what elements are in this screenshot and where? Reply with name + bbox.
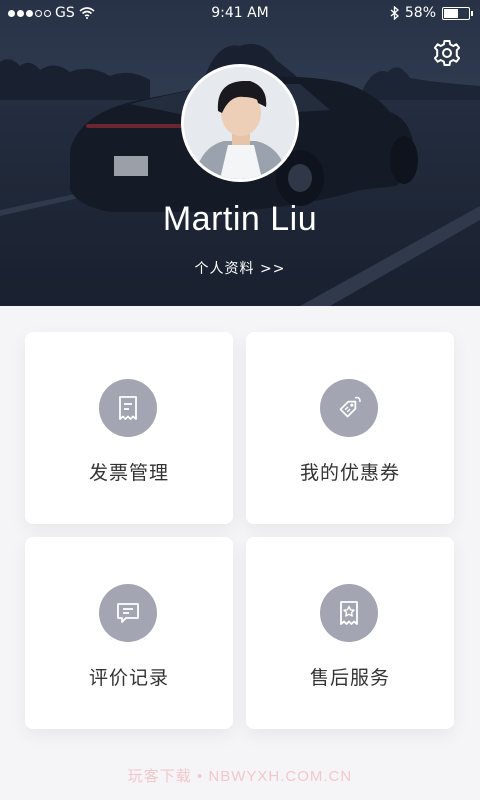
coupon-tag-icon — [339, 396, 361, 418]
profile-header: GS 9:41 AM 58% Martin Liu 个人资料 >> — [0, 0, 480, 306]
my-coupons-label: 我的优惠券 — [299, 462, 400, 484]
profile-link[interactable]: 个人资料 >> — [0, 258, 480, 278]
after-sales-icon-badge — [320, 584, 378, 642]
user-name: Martin Liu — [162, 200, 318, 238]
gear-icon — [433, 40, 461, 66]
avatar-photo — [184, 67, 296, 179]
invoice-management-card[interactable]: 发票管理 — [25, 332, 233, 524]
settings-button[interactable] — [430, 36, 464, 70]
battery-icon — [442, 6, 473, 20]
review-records-label: 评价记录 — [88, 667, 169, 689]
coupon-icon-badge — [320, 379, 378, 437]
bluetooth-icon — [390, 6, 399, 20]
battery-fill — [444, 8, 458, 18]
review-records-card[interactable]: 评价记录 — [25, 537, 233, 729]
status-right: 58% — [390, 5, 473, 21]
comment-icon — [117, 603, 139, 623]
after-sales-service-card[interactable]: 售后服务 — [246, 537, 454, 729]
invoice-icon — [119, 396, 137, 420]
my-coupons-card[interactable]: 我的优惠券 — [246, 332, 454, 524]
avatar[interactable] — [181, 64, 299, 182]
battery-percent: 58% — [404, 5, 436, 21]
watermark-text: 玩客下载 • NBWYXH.COM.CN — [127, 768, 353, 785]
comment-icon-badge — [99, 584, 157, 642]
after-sales-star-icon — [340, 601, 358, 625]
after-sales-service-label: 售后服务 — [309, 667, 390, 689]
invoice-icon-badge — [99, 379, 157, 437]
invoice-management-label: 发票管理 — [88, 462, 169, 484]
status-bar: GS 9:41 AM 58% — [0, 0, 480, 28]
